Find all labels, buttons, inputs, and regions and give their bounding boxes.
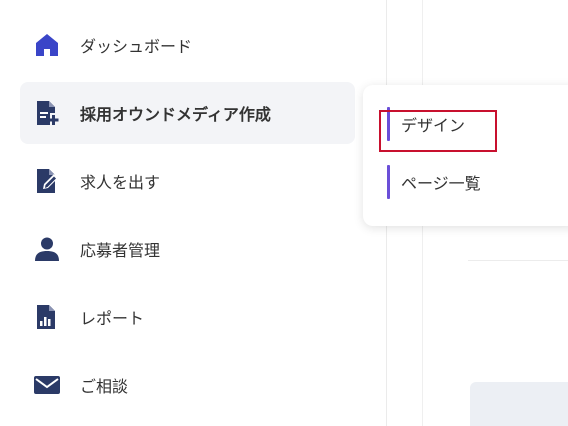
submenu-item-label: ページ一覧 [401,174,481,193]
sidebar-item-post-job[interactable]: 求人を出す [20,150,355,212]
sidebar-item-label: レポート [80,309,145,328]
submenu-popover: デザイン ページ一覧 [363,85,568,226]
report-chart-icon [33,303,61,331]
sidebar-item-consult[interactable]: ご相談 [20,354,355,416]
submenu-item-page-list[interactable]: ページ一覧 [387,165,481,199]
sidebar: ダッシュボード 採用オウンドメディア作成 求人を出す 応募者管理 レポート ご相… [0,0,387,426]
sidebar-item-label: 求人を出す [80,173,161,192]
sidebar-item-dashboard[interactable]: ダッシュボード [20,14,355,76]
user-icon [33,235,61,263]
sidebar-item-label: ダッシュボード [80,37,193,56]
sidebar-item-owned-media[interactable]: 採用オウンドメディア作成 [20,82,355,144]
submenu-item-accent [387,165,390,199]
document-add-icon [33,99,61,127]
mail-icon [33,371,61,399]
content-card [470,382,568,426]
sidebar-item-report[interactable]: レポート [20,286,355,348]
sidebar-item-label: 応募者管理 [80,241,161,260]
sidebar-item-label: 採用オウンドメディア作成 [80,105,271,124]
sidebar-item-applicants[interactable]: 応募者管理 [20,218,355,280]
highlight-annotation [379,110,497,152]
edit-document-icon [33,167,61,195]
home-icon [33,31,61,59]
divider [468,260,568,261]
sidebar-item-label: ご相談 [80,377,129,396]
